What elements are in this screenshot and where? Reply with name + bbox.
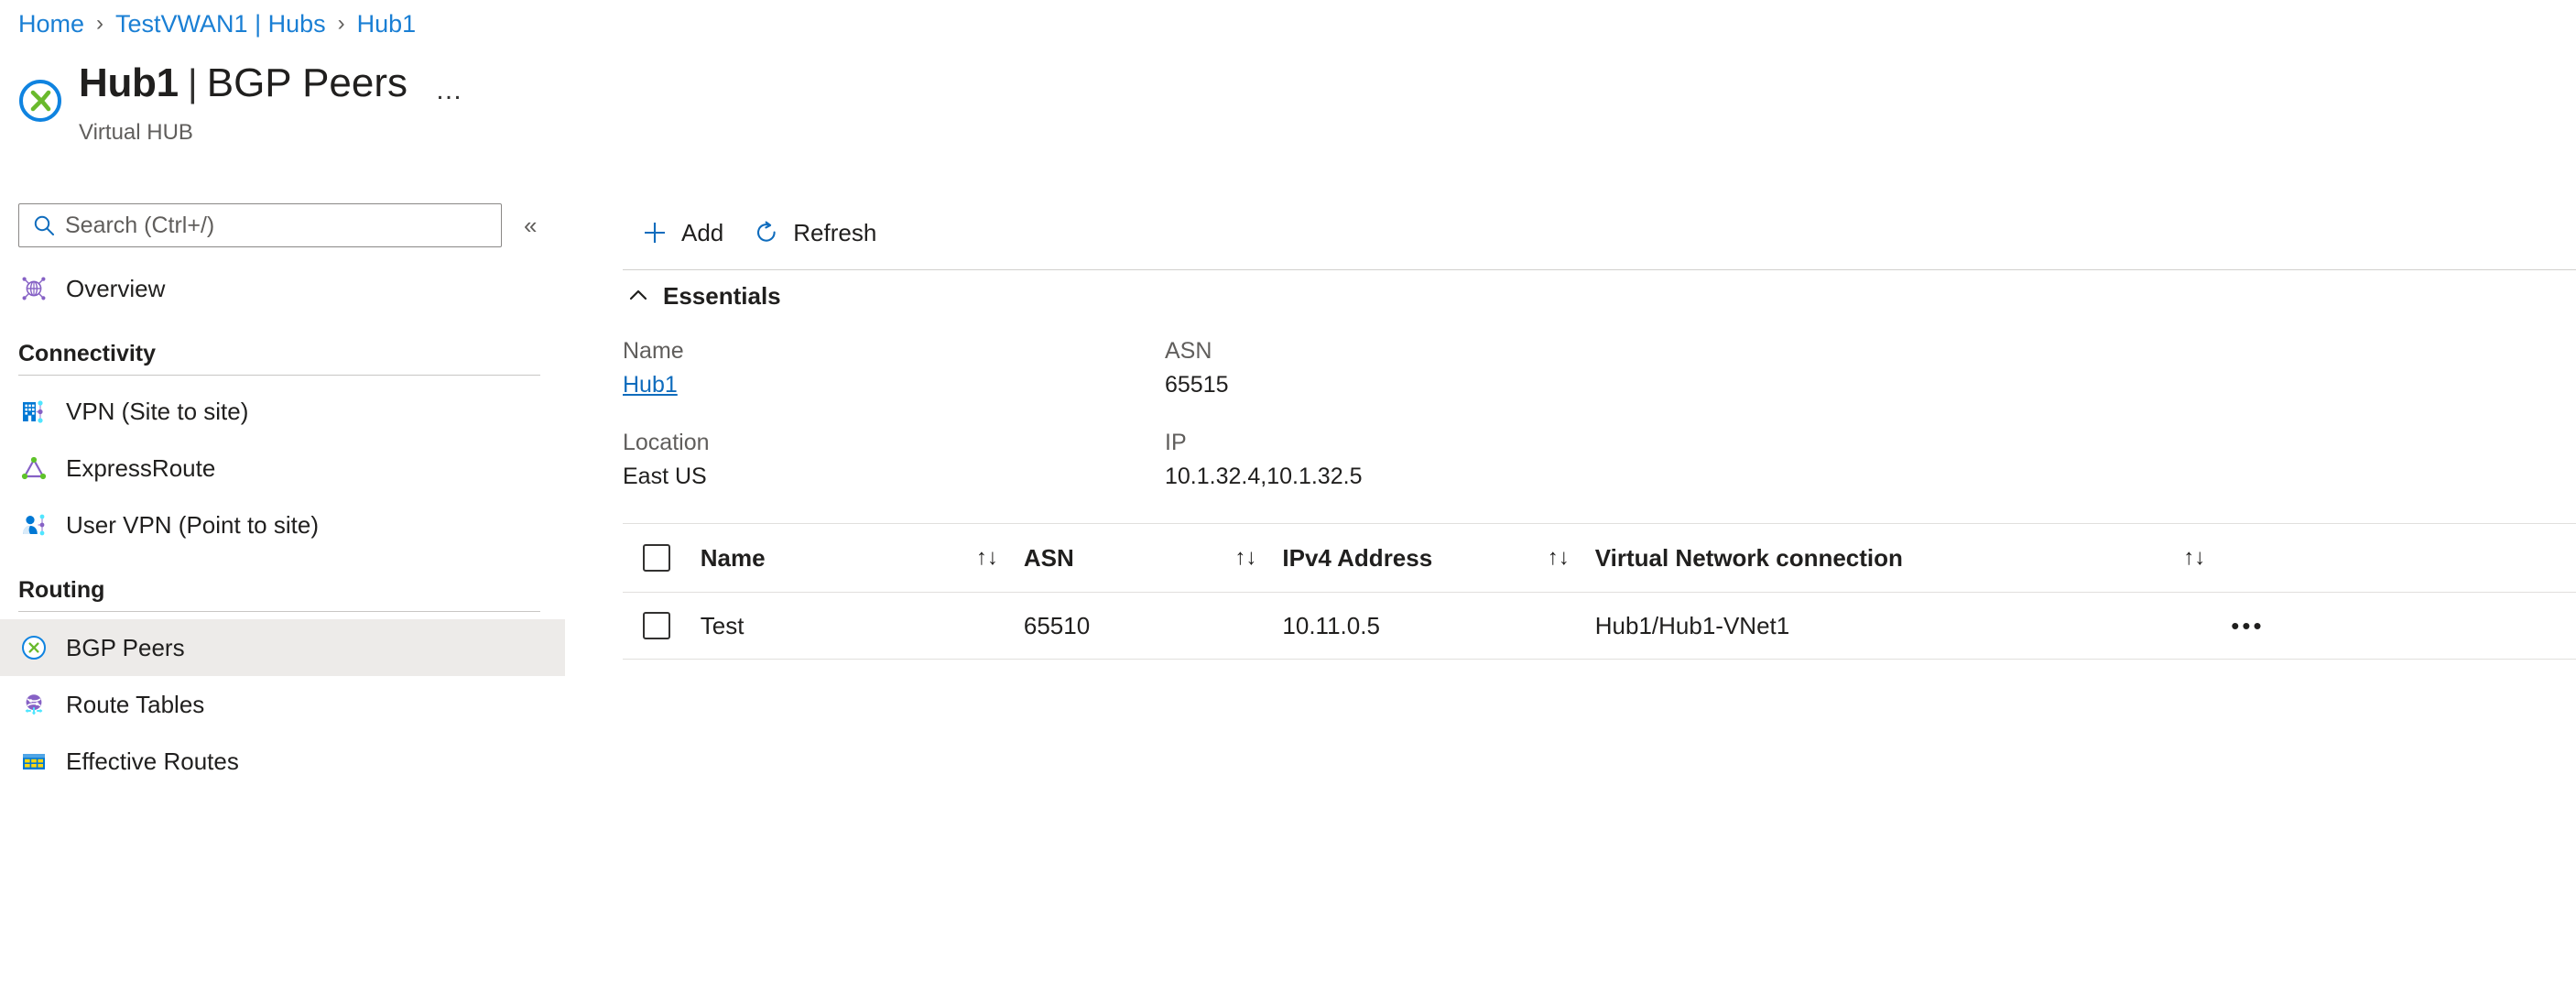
sidebar-item-vpn-site-to-site[interactable]: VPN (Site to site): [0, 383, 565, 440]
add-button-label: Add: [681, 218, 724, 246]
refresh-button-label: Refresh: [793, 218, 877, 246]
add-button[interactable]: Add: [626, 209, 738, 256]
effective-routes-icon: [18, 746, 49, 777]
breadcrumb-separator: ›: [96, 11, 104, 36]
row-context-menu-button[interactable]: •••: [2231, 592, 2576, 660]
row-select-cell: [623, 592, 701, 660]
title-separator: |: [187, 61, 198, 104]
sidebar-item-label: VPN (Site to site): [66, 397, 249, 425]
field-value: East US: [623, 464, 707, 489]
resource-type-label: Virtual HUB: [79, 120, 193, 145]
sidebar-item-bgp-peers[interactable]: BGP Peers: [0, 619, 565, 676]
virtual-hub-icon: [16, 77, 64, 125]
collapse-chevron-up-icon: [626, 284, 650, 308]
overview-globe-icon: [18, 273, 49, 304]
search-box[interactable]: [18, 203, 502, 247]
field-label: Location: [623, 430, 710, 455]
search-icon: [32, 213, 56, 237]
user-vpn-icon: [18, 509, 49, 540]
sort-toggle-icon[interactable]: ↑↓: [976, 547, 998, 569]
select-all-checkbox[interactable]: [643, 544, 670, 572]
nav-divider: [18, 375, 540, 376]
cell-vnet-connection: Hub1/Hub1-VNet1: [1594, 592, 2232, 660]
nav-group-title-routing: Routing: [18, 577, 105, 603]
table-row[interactable]: Test 65510 10.11.0.5 Hub1/Hub1-VNet1 •••: [623, 592, 2576, 660]
sidebar-item-label: ExpressRoute: [66, 453, 216, 482]
essentials-field-location: Location East US: [623, 426, 1165, 518]
essentials-grid: Name Hub1 ASN 65515 Location East US IP …: [623, 322, 2576, 518]
page-title: Hub1: [79, 60, 179, 105]
column-header-name[interactable]: Name ↑↓: [700, 524, 1024, 593]
content-pane: Add Refresh Essentials Name Hub1 ASN 655…: [623, 203, 2576, 993]
essentials-title: Essentials: [663, 281, 781, 310]
field-value: 10.1.32.4,10.1.32.5: [1165, 464, 1363, 489]
sidebar-item-label: BGP Peers: [66, 633, 185, 661]
bgp-peers-icon: [18, 632, 49, 663]
sidebar-item-route-tables[interactable]: Route Tables: [0, 676, 565, 733]
sort-toggle-icon[interactable]: ↑↓: [1548, 547, 1570, 569]
left-nav: « Overview Connectivity: [0, 203, 586, 790]
breadcrumb-item-home[interactable]: Home: [18, 10, 84, 38]
sidebar-item-label: Overview: [66, 274, 166, 302]
route-tables-icon: [18, 689, 49, 720]
search-input[interactable]: [65, 212, 468, 239]
sidebar-item-label: Route Tables: [66, 690, 205, 718]
field-label: IP: [1165, 430, 1187, 455]
field-value-link[interactable]: Hub1: [623, 367, 1165, 402]
page-header: Hub1 | BGP Peers … Virtual HUB: [16, 57, 465, 147]
field-label: Name: [623, 338, 684, 364]
toolbar-divider: [623, 269, 2576, 270]
select-all-header: [623, 524, 701, 593]
expressroute-icon: [18, 453, 49, 484]
nav-divider: [18, 611, 540, 612]
column-label: Virtual Network connection: [1594, 543, 1903, 572]
sidebar-item-overview[interactable]: Overview: [0, 260, 565, 317]
essentials-field-ip: IP 10.1.32.4,10.1.32.5: [1165, 426, 2576, 518]
sort-toggle-icon[interactable]: ↑↓: [2183, 547, 2205, 569]
breadcrumb-item-hub1[interactable]: Hub1: [357, 10, 417, 38]
sort-toggle-icon[interactable]: ↑↓: [1234, 547, 1256, 569]
nav-group-title-connectivity: Connectivity: [18, 341, 157, 366]
bgp-peers-table: Name ↑↓ ASN ↑↓ IPv4 Address ↑↓ Virtual N…: [623, 523, 2576, 660]
command-bar: Add Refresh: [623, 203, 2576, 262]
breadcrumb: Home › TestVWAN1 | Hubs › Hub1: [18, 0, 416, 48]
table-header-row: Name ↑↓ ASN ↑↓ IPv4 Address ↑↓ Virtual N…: [623, 524, 2576, 593]
more-options-button[interactable]: …: [435, 57, 465, 117]
cell-asn: 65510: [1023, 592, 1283, 660]
essentials-toggle[interactable]: Essentials: [623, 270, 901, 322]
column-label: Name: [700, 543, 766, 572]
collapse-nav-button[interactable]: «: [524, 213, 537, 237]
sidebar-item-user-vpn-point-to-site[interactable]: User VPN (Point to site): [0, 496, 565, 553]
sidebar-item-label: Effective Routes: [66, 747, 239, 775]
column-header-ipv4-address[interactable]: IPv4 Address ↑↓: [1282, 524, 1595, 593]
essentials-field-asn: ASN 65515: [1165, 334, 2576, 426]
column-label: IPv4 Address: [1282, 543, 1433, 572]
breadcrumb-separator: ›: [337, 11, 345, 36]
field-label: ASN: [1165, 338, 1212, 364]
cell-name: Test: [700, 592, 1024, 660]
sidebar-item-effective-routes[interactable]: Effective Routes: [0, 733, 565, 790]
row-checkbox[interactable]: [643, 612, 670, 639]
refresh-icon: [753, 219, 780, 246]
column-header-actions: [2231, 524, 2576, 593]
cell-ipv4: 10.11.0.5: [1282, 592, 1595, 660]
column-header-asn[interactable]: ASN ↑↓: [1023, 524, 1283, 593]
search-row: «: [0, 203, 586, 247]
field-value: 65515: [1165, 372, 1229, 398]
sidebar-item-expressroute[interactable]: ExpressRoute: [0, 440, 565, 496]
column-label: ASN: [1023, 543, 1074, 572]
page-section-name: BGP Peers: [206, 60, 408, 105]
vpn-site-to-site-icon: [18, 396, 49, 427]
breadcrumb-item-testvwan1-hubs[interactable]: TestVWAN1 | Hubs: [115, 10, 326, 38]
plus-icon: [641, 219, 668, 246]
refresh-button[interactable]: Refresh: [738, 209, 891, 256]
sidebar-item-label: User VPN (Point to site): [66, 510, 319, 539]
essentials-field-name: Name Hub1: [623, 334, 1165, 426]
column-header-virtual-network-connection[interactable]: Virtual Network connection ↑↓: [1594, 524, 2232, 593]
